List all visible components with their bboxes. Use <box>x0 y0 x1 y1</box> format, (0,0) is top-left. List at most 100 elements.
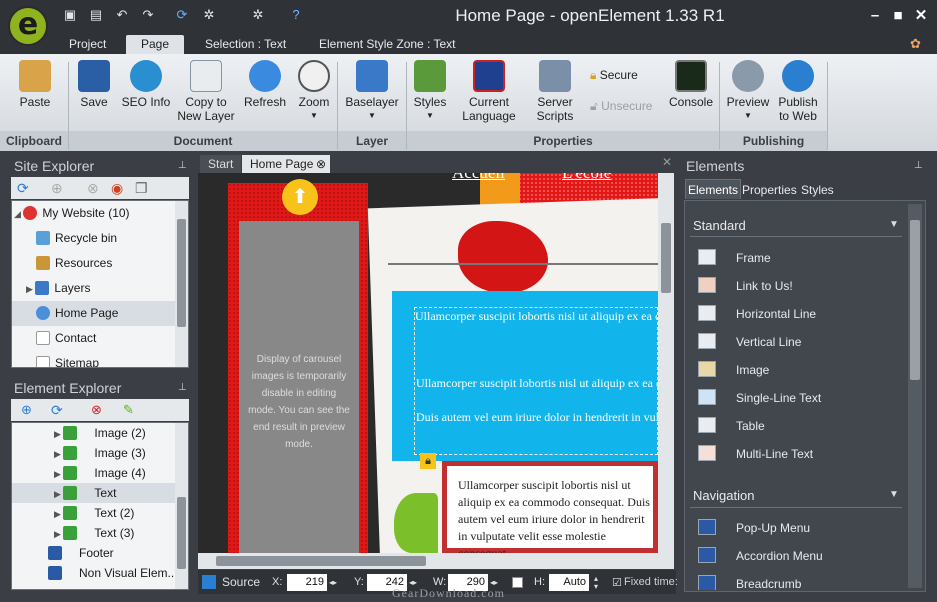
help-icon[interactable]: ? <box>288 7 304 23</box>
tab-home-page[interactable]: Home Page ⊗ <box>242 155 330 173</box>
tree-item-text[interactable]: ▶ Text <box>12 483 188 503</box>
site-explorer-scrollbar[interactable] <box>175 201 188 367</box>
source-button[interactable]: Source <box>222 575 260 589</box>
nav-link-accueil[interactable]: Accueil <box>452 173 505 183</box>
maximize-button[interactable]: ■ <box>887 6 909 26</box>
text-paragraph-4[interactable]: Ullamcorper suscipit lobortis nisl ut al… <box>458 477 656 553</box>
carousel-placeholder[interactable]: Display of carousel images is temporaril… <box>239 221 359 553</box>
scrollbar-thumb[interactable] <box>910 220 920 380</box>
tree-item-non-visual-elements[interactable]: Non Visual Elem... <box>12 563 188 583</box>
preview-button[interactable]: Preview ▼ <box>726 60 770 123</box>
scrollbar-thumb[interactable] <box>177 497 186 569</box>
publish-to-web-button[interactable]: Publish to Web <box>776 60 820 123</box>
pages-icon[interactable]: ❐ <box>135 180 148 197</box>
save-icon[interactable]: ▣ <box>62 7 78 23</box>
element-single-line-text[interactable]: Single-Line Text <box>684 384 904 412</box>
design-canvas[interactable]: ⬆ Display of carousel images is temporar… <box>198 173 658 553</box>
refresh-icon[interactable]: ⟳ <box>174 7 190 23</box>
gear-icon[interactable]: ✲ <box>201 7 217 23</box>
save-all-icon[interactable]: ▤ <box>88 7 104 23</box>
tree-item-home-page[interactable]: Home Page <box>12 301 188 326</box>
pin-icon[interactable]: ⊥ <box>178 160 187 171</box>
tab-properties[interactable]: Properties <box>742 183 797 197</box>
canvas-horizontal-scrollbar[interactable] <box>198 553 674 569</box>
tab-page[interactable]: Page <box>126 35 184 54</box>
delete-icon[interactable]: ⊗ <box>87 180 99 197</box>
element-link-to-us[interactable]: Link to Us! <box>684 272 904 300</box>
element-frame[interactable]: Frame <box>684 244 904 272</box>
zoom-icon[interactable]: ⊕ <box>21 402 32 418</box>
tree-item-sitemap[interactable]: Sitemap <box>12 351 188 367</box>
refresh-button[interactable]: Refresh <box>242 60 288 109</box>
zoom-button[interactable]: Zoom ▼ <box>294 60 334 123</box>
server-scripts-button[interactable]: Server Scripts <box>528 60 582 123</box>
tree-item-image-4[interactable]: ▶ Image (4) <box>12 463 188 483</box>
scrollbar-thumb[interactable] <box>177 219 186 327</box>
x-spinner[interactable]: ◂▸ <box>329 578 337 587</box>
h-input[interactable]: Auto <box>549 574 589 591</box>
tree-item-resources[interactable]: Resources <box>12 251 188 276</box>
globe-icon[interactable]: ◉ <box>111 180 123 197</box>
nav-link-ecole[interactable]: L'école <box>562 173 611 183</box>
minimize-button[interactable]: – <box>864 6 886 26</box>
elements-scrollbar[interactable] <box>908 204 922 588</box>
tree-item-text-3[interactable]: ▶ Text (3) <box>12 523 188 543</box>
add-icon[interactable]: ⊕ <box>51 180 63 197</box>
pin-icon[interactable]: ⊥ <box>178 382 187 393</box>
tree-item-image-2[interactable]: ▶ Image (2) <box>12 423 188 443</box>
tree-item-text-2[interactable]: ▶ Text (2) <box>12 503 188 523</box>
element-table[interactable]: Table <box>684 412 904 440</box>
seo-info-button[interactable]: SEO Info <box>120 60 172 109</box>
tree-item-my-website[interactable]: ◢ My Website (10) <box>12 201 188 226</box>
pin-icon[interactable]: ⊥ <box>914 160 923 171</box>
element-pop-up-menu[interactable]: Pop-Up Menu <box>684 514 904 542</box>
fixed-time-checkbox[interactable]: ☑ <box>612 576 622 589</box>
delete-icon[interactable]: ⊗ <box>91 402 102 418</box>
canvas-vertical-scrollbar[interactable] <box>658 173 674 553</box>
lock-icon[interactable]: 🔒︎ <box>420 453 436 469</box>
tab-element-style-zone[interactable]: Element Style Zone : Text <box>307 35 468 54</box>
element-explorer-scrollbar[interactable] <box>175 423 188 589</box>
element-multi-line-text[interactable]: Multi-Line Text <box>684 440 904 468</box>
collapse-standard-icon[interactable]: ▼ <box>889 219 899 230</box>
undo-icon[interactable]: ↶ <box>114 7 130 23</box>
current-language-button[interactable]: Current Language <box>456 60 522 123</box>
collapse-navigation-icon[interactable]: ▼ <box>889 489 899 500</box>
x-input[interactable]: 219 <box>287 574 327 591</box>
paint-icon[interactable]: ✎ <box>123 402 134 418</box>
tree-item-contact[interactable]: Contact <box>12 326 188 351</box>
baselayer-button[interactable]: Baselayer ▼ <box>344 60 400 123</box>
tab-project[interactable]: Project <box>57 35 118 54</box>
styles-button[interactable]: Styles ▼ <box>410 60 450 123</box>
unsecure-button[interactable]: 🔓︎ Unsecure <box>590 99 660 113</box>
tab-selection[interactable]: Selection : Text <box>193 35 298 54</box>
close-button[interactable]: ✕ <box>910 6 932 26</box>
refresh-icon[interactable]: ⟳ <box>17 180 29 197</box>
element-vertical-line[interactable]: Vertical Line <box>684 328 904 356</box>
tools-icon[interactable]: ✲ <box>250 7 266 23</box>
tree-item-image-3[interactable]: ▶ Image (3) <box>12 443 188 463</box>
element-image[interactable]: Image <box>684 356 904 384</box>
redo-icon[interactable]: ↷ <box>140 7 156 23</box>
element-accordion-menu[interactable]: Accordion Menu <box>684 542 904 570</box>
close-document-icon[interactable]: ✕ <box>662 155 672 169</box>
scrollbar-thumb[interactable] <box>216 556 426 566</box>
tab-elements[interactable]: Elements <box>685 179 741 199</box>
app-logo[interactable]: e <box>8 6 48 46</box>
secure-button[interactable]: 🔒︎ Secure <box>590 68 660 82</box>
h-spinner[interactable]: ▴ ▾ <box>594 575 598 591</box>
mascot-icon[interactable]: ✿ <box>910 36 921 52</box>
close-tab-icon[interactable]: ⊗ <box>316 155 326 173</box>
tree-item-footer[interactable]: Footer <box>12 543 188 563</box>
refresh-icon[interactable]: ⟳ <box>51 402 63 419</box>
paste-button[interactable]: Paste <box>12 60 58 109</box>
save-button[interactable]: Save <box>74 60 114 109</box>
tree-item-layers[interactable]: ▶ Layers <box>12 276 188 301</box>
h-auto-checkbox[interactable] <box>512 577 523 588</box>
console-button[interactable]: Console <box>668 60 714 109</box>
up-arrow-icon[interactable]: ⬆ <box>282 179 318 215</box>
tree-item-recycle-bin[interactable]: Recycle bin <box>12 226 188 251</box>
tab-styles[interactable]: Styles <box>801 183 834 197</box>
tab-start[interactable]: Start <box>200 155 242 173</box>
scrollbar-thumb[interactable] <box>661 223 671 293</box>
